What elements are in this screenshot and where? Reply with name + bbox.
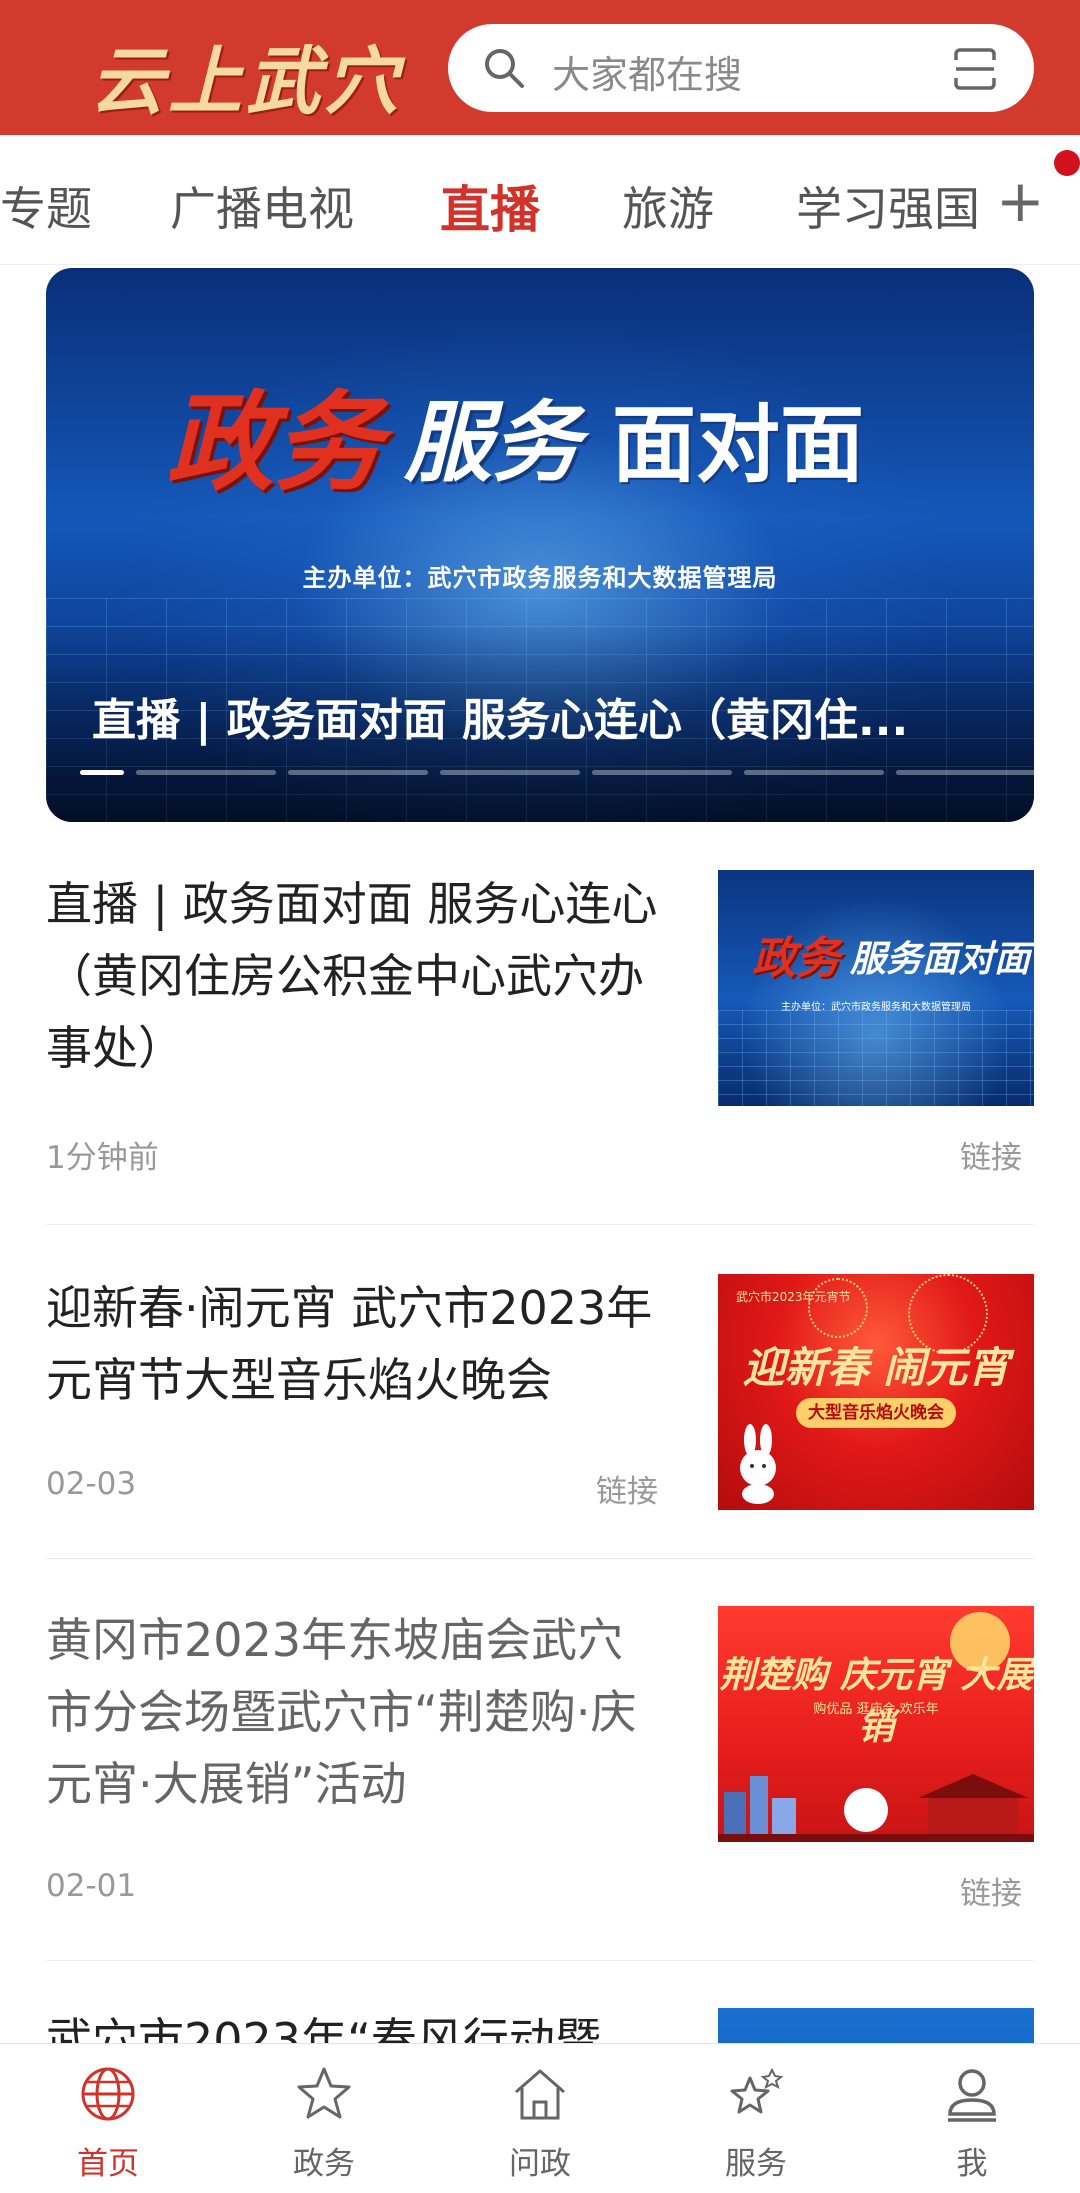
news-thumbnail: [718, 2008, 1034, 2044]
list-item[interactable]: 迎新春·闹元宵 武穴市2023年元宵节大型音乐焰火晚会 02-03 链接 武穴市…: [46, 1272, 1034, 1512]
divider: [46, 1558, 1034, 1559]
news-thumbnail: 荆楚购 庆元宵 大展销 购优品 逛庙会 欢乐年: [718, 1606, 1034, 1842]
notification-dot: [1054, 150, 1080, 176]
news-title: 黄冈市2023年东坡庙会武穴市分会场暨武穴市“荆楚购·庆元宵·大展销”活动: [46, 1613, 637, 1811]
carousel-dot[interactable]: [288, 770, 428, 775]
thumb-title-white: 服务面对面: [850, 938, 1031, 980]
list-item[interactable]: 黄冈市2023年东坡庙会武穴市分会场暨武穴市“荆楚购·庆元宵·大展销”活动 02…: [46, 1604, 1034, 1924]
news-thumbnail: 政务 服务面对面 主办单位：武穴市政务服务和大数据管理局: [718, 870, 1034, 1106]
news-thumbnail: 武穴市2023年元宵节 迎新春 闹元宵 大型音乐焰火晚会: [718, 1274, 1034, 1510]
globe-icon: [81, 2067, 135, 2121]
thumb-subtitle: 购优品 逛庙会 欢乐年: [813, 1702, 939, 1717]
divider: [46, 1960, 1034, 1961]
carousel-dot[interactable]: [744, 770, 884, 775]
star-icon: [297, 2067, 351, 2119]
tab-travel[interactable]: 旅游: [622, 173, 714, 239]
nav-label: 我: [956, 2146, 988, 2182]
list-item[interactable]: 直播 | 政务面对面 服务心连心（黄冈住房公积金中心武穴办事处） 1分钟前 链接…: [46, 868, 1034, 1188]
person-icon: [948, 2069, 996, 2122]
search-icon: [485, 49, 524, 88]
tab-xuexi-qiangguo[interactable]: 学习强国: [796, 173, 980, 239]
carousel-dot[interactable]: [592, 770, 732, 775]
news-time: 02-03: [46, 1466, 137, 1502]
rabbit-icon: [740, 1424, 776, 1504]
carousel-dot[interactable]: [136, 770, 276, 775]
news-title: 迎新春·闹元宵 武穴市2023年元宵节大型音乐焰火晚会: [46, 1281, 653, 1407]
news-title: 直播 | 政务面对面 服务心连心（黄冈住房公积金中心武穴办事处）: [46, 877, 658, 1075]
news-time: 02-01: [46, 1868, 137, 1904]
nav-inquiry[interactable]: 问政: [432, 2044, 648, 2193]
carousel-dot[interactable]: [440, 770, 580, 775]
list-item[interactable]: 武穴市2023年“春风行动暨: [46, 2004, 1034, 2044]
carousel-dot[interactable]: [80, 770, 124, 775]
banner-sponsor: 主办单位：武穴市政务服务和大数据管理局: [302, 564, 778, 592]
nav-government[interactable]: 政务: [216, 2044, 432, 2193]
thumb-sponsor: 主办单位：武穴市政务服务和大数据管理局: [781, 1002, 971, 1013]
news-link-label: 链接: [960, 1876, 1022, 1912]
carousel-dot[interactable]: [896, 770, 1034, 775]
banner-title-white2: 面对面: [612, 396, 865, 494]
stars-icon: [730, 2067, 784, 2114]
nav-label: 政务: [293, 2146, 355, 2182]
thumb-title-red: 政务: [752, 933, 840, 984]
nav-label: 问政: [509, 2146, 571, 2182]
banner-caption: 直播 | 政务面对面 服务心连心（黄冈住...: [92, 695, 909, 746]
tab-zhuanti[interactable]: 专题: [0, 173, 92, 239]
house-icon: [515, 2069, 565, 2120]
search-bar[interactable]: 大家都在搜: [448, 24, 1034, 112]
news-link-label: 链接: [960, 1140, 1022, 1176]
app-header: 云上武穴 大家都在搜: [0, 0, 1080, 135]
nav-me[interactable]: 我: [864, 2044, 1080, 2193]
tab-live[interactable]: 直播: [440, 170, 540, 242]
tab-broadcast-tv[interactable]: 广播电视: [170, 173, 354, 239]
scan-icon[interactable]: [952, 46, 998, 92]
banner-carousel[interactable]: 政务 服务 面对面 主办单位：武穴市政务服务和大数据管理局 直播 | 政务面对面…: [46, 268, 1034, 822]
nav-home[interactable]: 首页: [0, 2044, 216, 2193]
nav-label: 服务: [725, 2146, 787, 2182]
nav-label: 首页: [77, 2146, 139, 2182]
carousel-indicator: [80, 770, 1034, 776]
news-time: 1分钟前: [46, 1140, 159, 1176]
channel-tabs: 专题 广播电视 直播 旅游 学习强国 +: [0, 135, 1080, 265]
news-title: 武穴市2023年“春风行动暨: [46, 2013, 601, 2044]
search-placeholder: 大家都在搜: [552, 53, 743, 97]
add-channel-icon[interactable]: +: [984, 167, 1045, 235]
news-link-label: 链接: [596, 1474, 658, 1510]
divider: [46, 1224, 1034, 1225]
bottom-navigation: 首页 政务 问政 服务 我: [0, 2043, 1080, 2193]
city-skyline-decoration: [718, 1774, 1034, 1842]
thumb-title: 迎新春 闹元宵: [742, 1343, 1010, 1392]
banner-title-red: 政务: [166, 380, 383, 506]
thumb-subtitle: 大型音乐焰火晚会: [796, 1398, 956, 1428]
app-logo: 云上武穴: [90, 39, 402, 125]
nav-service[interactable]: 服务: [648, 2044, 864, 2193]
banner-title-white: 服务: [404, 390, 581, 494]
thumb-tag: 武穴市2023年元宵节: [736, 1290, 851, 1304]
